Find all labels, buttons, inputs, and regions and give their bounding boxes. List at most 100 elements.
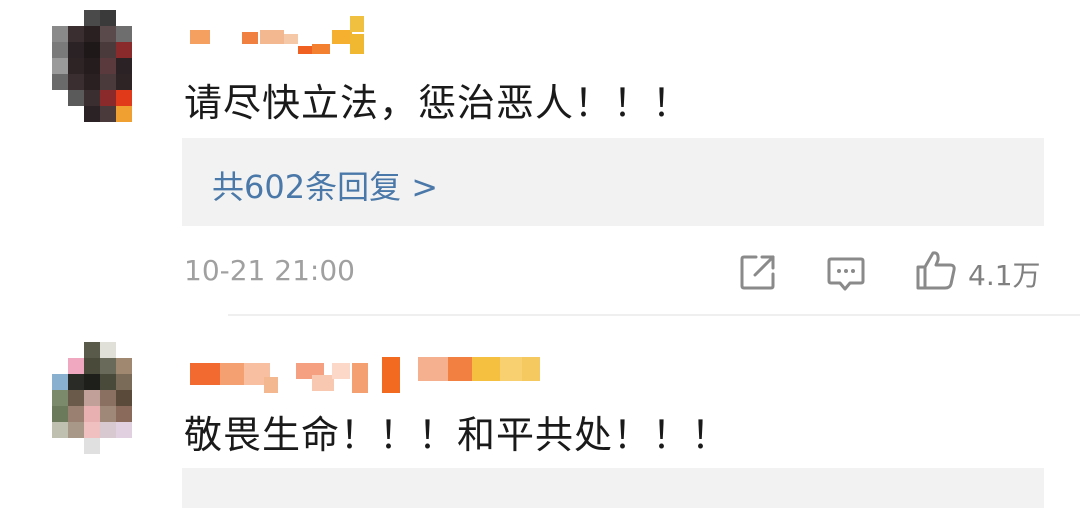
name-mosaic-block: [418, 357, 448, 381]
name-mosaic-block: [500, 357, 522, 381]
name-mosaic-block: [448, 357, 474, 381]
avatar-mosaic-pixel: [116, 454, 132, 470]
name-mosaic-block: [472, 357, 500, 381]
avatar-mosaic-pixel: [68, 358, 84, 374]
avatar-mosaic-pixel: [84, 74, 100, 90]
avatar-mosaic-pixel: [116, 406, 132, 422]
avatar-mosaic-pixel: [84, 390, 100, 406]
avatar-mosaic-pixel: [84, 90, 100, 106]
avatar-mosaic-pixel: [116, 58, 132, 74]
avatar-mosaic-pixel: [116, 342, 132, 358]
name-mosaic-block: [332, 363, 350, 379]
avatar-mosaic-pixel: [52, 422, 68, 438]
replies-box[interactable]: 共602条回复 >: [182, 138, 1044, 226]
avatar-mosaic-pixel: [100, 406, 116, 422]
avatar-mosaic-pixel: [100, 122, 116, 138]
avatar-mosaic-pixel: [68, 90, 84, 106]
name-mosaic-block: [312, 44, 330, 54]
username-censored[interactable]: [186, 355, 546, 395]
avatar-mosaic-pixel: [84, 58, 100, 74]
avatar-mosaic-pixel: [68, 58, 84, 74]
avatar-mosaic-pixel: [84, 106, 100, 122]
avatar-mosaic-pixel: [116, 390, 132, 406]
avatar-mosaic-pixel: [68, 454, 84, 470]
avatar-mosaic-pixel: [132, 74, 148, 90]
avatar-mosaic-pixel: [84, 374, 100, 390]
share-icon[interactable]: [738, 252, 778, 292]
avatar-mosaic-pixel: [100, 342, 116, 358]
name-mosaic-block: [382, 357, 400, 393]
comment-timestamp: 10-21 21:00: [184, 254, 355, 287]
name-mosaic-block: [350, 16, 364, 32]
avatar-mosaic-pixel: [68, 10, 84, 26]
avatar-mosaic-pixel: [52, 74, 68, 90]
avatar-mosaic-pixel: [116, 10, 132, 26]
avatar-mosaic-pixel: [132, 10, 148, 26]
avatar-mosaic-pixel: [52, 26, 68, 42]
view-replies-link[interactable]: 共602条回复 >: [212, 162, 438, 208]
avatar-mosaic-pixel: [84, 406, 100, 422]
comment-text: 请尽快立法，惩治恶人！！！: [184, 81, 692, 125]
avatar-mosaic-pixel: [52, 406, 68, 422]
username-censored[interactable]: [186, 12, 376, 54]
avatar-mosaic-pixel: [52, 374, 68, 390]
avatar-mosaic-pixel: [68, 106, 84, 122]
avatar-mosaic-pixel: [52, 90, 68, 106]
avatar-mosaic-pixel: [52, 10, 68, 26]
avatar-mosaic-pixel: [52, 454, 68, 470]
avatar-mosaic-pixel: [116, 74, 132, 90]
avatar-mosaic-pixel: [116, 438, 132, 454]
avatar-mosaic-pixel: [116, 106, 132, 122]
avatar-mosaic-pixel: [52, 438, 68, 454]
avatar-mosaic-pixel: [68, 390, 84, 406]
avatar-mosaic-pixel: [132, 422, 148, 438]
avatar-mosaic-pixel: [100, 374, 116, 390]
name-mosaic-block: [332, 30, 352, 44]
avatar-mosaic-pixel: [84, 342, 100, 358]
name-mosaic-block: [298, 46, 312, 54]
avatar-mosaic-pixel: [68, 438, 84, 454]
name-mosaic-block: [260, 30, 284, 44]
replies-box[interactable]: [182, 468, 1044, 508]
avatar-mosaic-pixel: [116, 374, 132, 390]
avatar-mosaic-pixel: [132, 90, 148, 106]
thumbs-up-icon[interactable]: [914, 248, 958, 292]
avatar-mosaic-pixel: [68, 122, 84, 138]
avatar-mosaic-pixel: [84, 454, 100, 470]
avatar-mosaic-pixel: [100, 422, 116, 438]
comment-divider: [228, 314, 1080, 316]
name-mosaic-block: [190, 363, 220, 385]
avatar-mosaic-pixel: [68, 26, 84, 42]
avatar-mosaic-pixel: [116, 422, 132, 438]
like-count: 4.1万: [968, 259, 1041, 292]
avatar[interactable]: [52, 342, 148, 470]
avatar-mosaic-pixel: [100, 454, 116, 470]
avatar-mosaic-pixel: [68, 406, 84, 422]
avatar-mosaic-pixel: [52, 342, 68, 358]
avatar-mosaic-pixel: [100, 42, 116, 58]
avatar-mosaic-pixel: [132, 358, 148, 374]
avatar-mosaic-pixel: [52, 42, 68, 58]
name-mosaic-block: [284, 34, 298, 44]
avatar-mosaic-pixel: [68, 42, 84, 58]
avatar-mosaic-pixel: [100, 90, 116, 106]
comment-icon[interactable]: [826, 254, 866, 294]
avatar-mosaic-pixel: [132, 454, 148, 470]
name-mosaic-block: [220, 363, 244, 385]
avatar-mosaic-pixel: [52, 106, 68, 122]
avatar-mosaic-pixel: [52, 122, 68, 138]
avatar-mosaic-pixel: [68, 74, 84, 90]
name-mosaic-block: [522, 357, 540, 381]
avatar-mosaic-pixel: [84, 438, 100, 454]
avatar-mosaic-pixel: [100, 358, 116, 374]
avatar-mosaic-pixel: [132, 374, 148, 390]
avatar-mosaic-pixel: [132, 342, 148, 358]
avatar-mosaic-pixel: [52, 358, 68, 374]
avatar-mosaic-pixel: [84, 122, 100, 138]
avatar[interactable]: [52, 10, 148, 138]
avatar-mosaic-pixel: [84, 422, 100, 438]
avatar-mosaic-pixel: [132, 438, 148, 454]
avatar-mosaic-pixel: [52, 58, 68, 74]
avatar-mosaic-pixel: [68, 374, 84, 390]
avatar-mosaic-pixel: [116, 90, 132, 106]
